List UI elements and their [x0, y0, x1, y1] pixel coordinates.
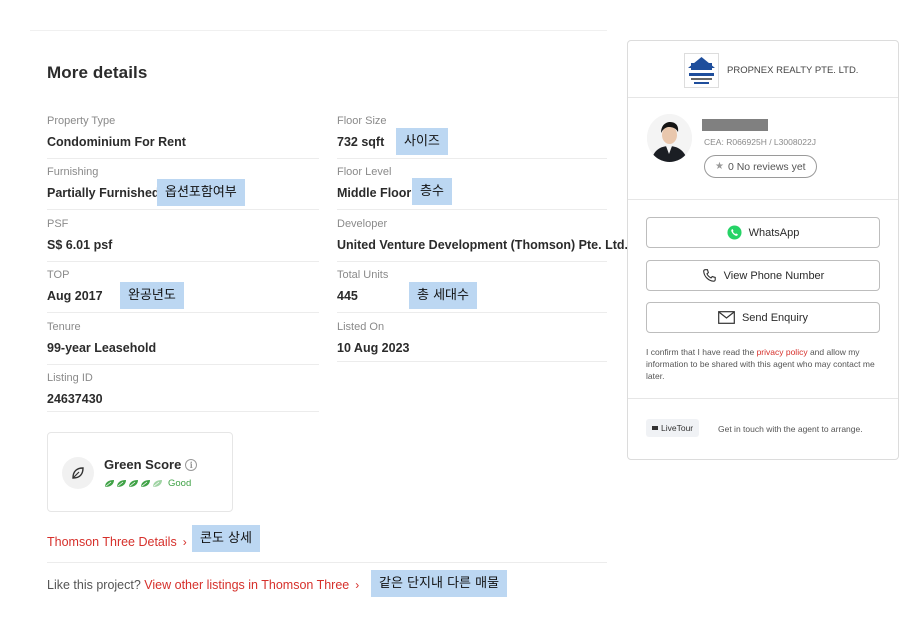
chevron-right-icon: ›	[355, 578, 360, 592]
detail-label: Developer	[337, 218, 388, 230]
detail-label: Tenure	[47, 321, 81, 333]
bottom-divider	[47, 562, 607, 563]
detail-listing-id: Listing ID 24637430	[47, 371, 319, 412]
detail-floor-size: Floor Size 732 sqft	[337, 114, 607, 159]
detail-value: 10 Aug 2023	[337, 341, 410, 355]
whatsapp-label: WhatsApp	[748, 226, 800, 239]
panel-divider	[628, 398, 898, 399]
row-divider	[47, 411, 319, 412]
row-divider	[337, 209, 607, 210]
detail-value: 99-year Leasehold	[47, 341, 157, 355]
detail-label: Furnishing	[47, 166, 99, 178]
green-score-rating-text: Good	[168, 478, 192, 489]
detail-psf: PSF S$ 6.01 psf	[47, 217, 319, 262]
view-phone-button[interactable]: View Phone Number	[646, 260, 880, 291]
leaf-rating-icons	[104, 479, 163, 488]
leaf-filled-icon	[117, 480, 126, 487]
detail-value: 24637430	[47, 392, 103, 406]
detail-floor-level: Floor Level Middle Floor	[337, 165, 607, 210]
agent-contact-panel: PROPNEX REALTY PTE. LTD. CEA: R066925H /…	[627, 40, 899, 460]
detail-label: PSF	[47, 218, 69, 230]
detail-value: United Venture Development (Thomson) Pte…	[337, 238, 628, 252]
livetour-label: LiveTour	[661, 423, 694, 433]
whatsapp-button[interactable]: WhatsApp	[646, 217, 880, 248]
project-details-label: Thomson Three Details	[47, 535, 177, 549]
star-icon: ★	[715, 161, 724, 172]
detail-value: S$ 6.01 psf	[47, 238, 113, 252]
other-listings-prefix: Like this project?	[47, 578, 145, 592]
detail-label: TOP	[47, 269, 70, 281]
row-divider	[337, 361, 607, 362]
leaf-empty-icon	[153, 480, 162, 487]
annotation-floor-size: 사이즈	[396, 128, 448, 155]
reviews-label: 0 No reviews yet	[727, 160, 806, 173]
privacy-policy-link[interactable]: privacy policy	[757, 347, 808, 357]
other-listings-line: Like this project? View other listings i…	[47, 578, 359, 592]
green-score-rating: Good	[104, 478, 191, 489]
other-listings-link[interactable]: View other listings in Thomson Three	[144, 578, 349, 592]
phone-icon	[702, 269, 716, 282]
row-divider	[47, 158, 319, 159]
detail-label: Floor Size	[337, 115, 387, 127]
agency-header: PROPNEX REALTY PTE. LTD.	[628, 41, 898, 98]
whatsapp-icon	[727, 225, 742, 240]
detail-label: Floor Level	[337, 166, 392, 178]
detail-listed-on: Listed On 10 Aug 2023	[337, 320, 607, 362]
detail-value: Middle Floor	[337, 186, 412, 200]
leaf-filled-icon	[129, 480, 138, 487]
row-divider	[47, 364, 319, 365]
detail-label: Property Type	[47, 115, 116, 127]
livetour-description: Get in touch with the agent to arrange.	[718, 424, 863, 434]
chevron-right-icon: ›	[182, 535, 187, 549]
annotation-floor-level: 층수	[412, 178, 452, 205]
detail-label: Listing ID	[47, 372, 93, 384]
video-camera-icon	[652, 426, 658, 430]
green-score-card[interactable]: Green Score i Good	[47, 432, 233, 512]
consent-text: I confirm that I have read the privacy p…	[646, 346, 882, 382]
project-details-link[interactable]: Thomson Three Details ›	[47, 533, 187, 551]
green-score-title: Green Score i	[104, 457, 198, 472]
row-divider	[337, 261, 607, 262]
envelope-icon	[718, 311, 735, 324]
detail-property-type: Property Type Condominium For Rent	[47, 114, 319, 159]
detail-label: Total Units	[337, 269, 389, 281]
agency-name: PROPNEX REALTY PTE. LTD.	[727, 65, 859, 76]
agency-logo	[684, 53, 719, 88]
row-divider	[337, 312, 607, 313]
annotation-total-units: 총 세대수	[409, 282, 477, 309]
annotation-project-details: 콘도 상세	[192, 525, 260, 552]
view-phone-label: View Phone Number	[723, 269, 825, 282]
detail-value: Condominium For Rent	[47, 135, 186, 149]
row-divider	[47, 209, 319, 210]
annotation-top: 완공년도	[120, 282, 184, 309]
send-enquiry-label: Send Enquiry	[741, 311, 809, 324]
leaf-filled-icon	[105, 480, 114, 487]
top-divider	[30, 30, 607, 31]
leaf-icon	[62, 457, 94, 489]
consent-prefix: I confirm that I have read the	[646, 347, 757, 357]
detail-tenure: Tenure 99-year Leasehold	[47, 320, 319, 365]
send-enquiry-button[interactable]: Send Enquiry	[646, 302, 880, 333]
detail-developer: Developer United Venture Development (Th…	[337, 217, 628, 262]
agent-avatar[interactable]	[647, 114, 692, 162]
leaf-filled-icon	[141, 480, 150, 487]
green-score-label: Green Score	[104, 457, 182, 472]
agent-name-redacted	[702, 119, 768, 131]
annotation-other-listings: 같은 단지내 다른 매물	[371, 570, 508, 597]
detail-value: 732 sqft	[337, 135, 385, 149]
info-icon[interactable]: i	[185, 459, 198, 471]
detail-label: Listed On	[337, 321, 385, 333]
annotation-furnishing: 옵션포함여부	[157, 179, 245, 206]
panel-divider	[628, 199, 898, 200]
row-divider	[47, 261, 319, 262]
section-title: More details	[47, 63, 148, 82]
reviews-button[interactable]: ★ 0 No reviews yet	[704, 155, 817, 178]
row-divider	[337, 158, 607, 159]
agent-cea-number: CEA: R066925H / L3008022J	[704, 137, 816, 147]
livetour-badge[interactable]: LiveTour	[646, 419, 700, 437]
row-divider	[47, 312, 319, 313]
